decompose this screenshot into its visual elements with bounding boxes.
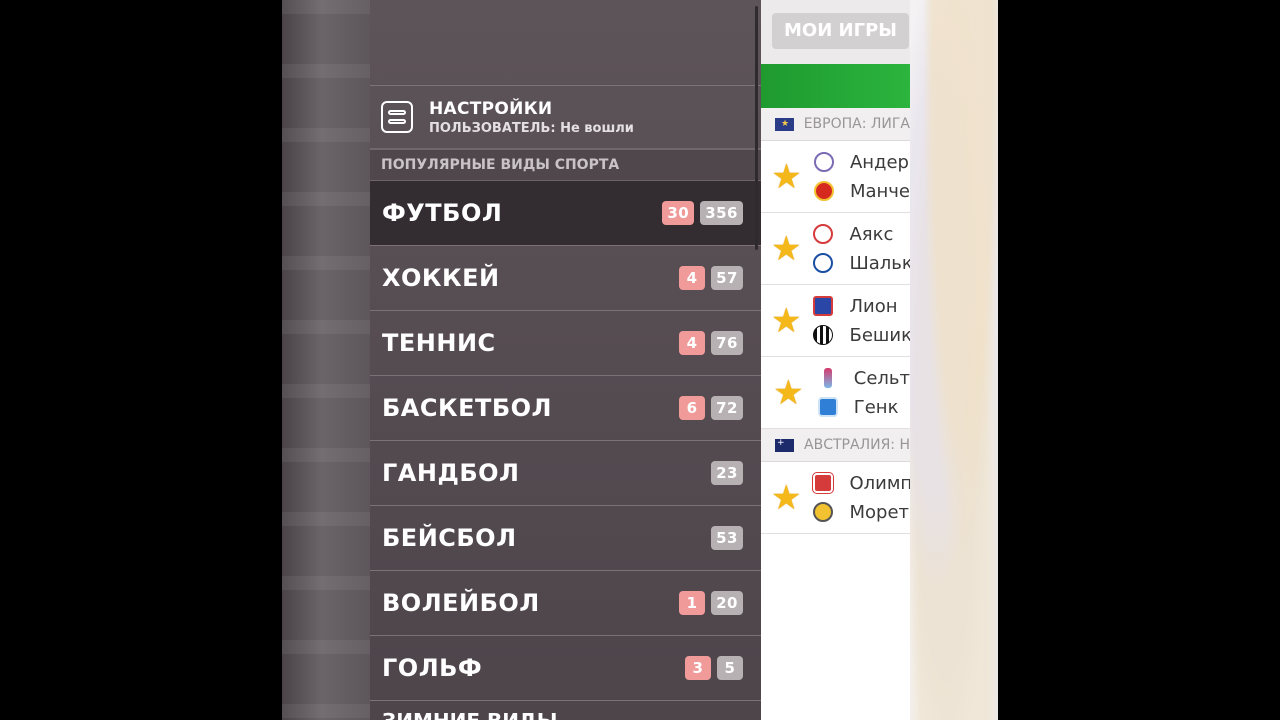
live-count-badge: 4 [679, 266, 706, 290]
eu-flag-icon [775, 117, 794, 131]
settings-title: НАСТРОЙКИ [429, 98, 553, 119]
team-logo-icon [813, 152, 834, 172]
sport-item-volleyball[interactable]: ВОЛЕЙБОЛ 1 20 [370, 571, 761, 636]
menu-header-space [370, 0, 761, 86]
team-logo-icon [817, 397, 838, 417]
sport-label: ВОЛЕЙБОЛ [382, 589, 540, 617]
my-games-button[interactable]: МОИ ИГРЫ [772, 13, 909, 49]
total-count-badge: 20 [711, 591, 743, 615]
league-header[interactable]: ЕВРОПА: ЛИГА [761, 108, 910, 141]
away-team: Шальк [849, 252, 910, 274]
star-icon[interactable]: ★ [771, 229, 801, 269]
menu-scrollbar[interactable] [755, 6, 758, 250]
match-row[interactable]: ★ Лион Бешик [761, 285, 910, 357]
total-count-badge: 53 [711, 526, 743, 550]
live-count-badge: 30 [662, 201, 695, 225]
sport-label: БАСКЕТБОЛ [382, 394, 552, 422]
team-logo-icon [823, 368, 832, 388]
team-logo-icon [813, 502, 834, 522]
sport-item-baseball[interactable]: БЕЙСБОЛ 53 [370, 506, 761, 571]
away-team: Морет [849, 501, 910, 523]
section-popular-sports: ПОПУЛЯРНЫЕ ВИДЫ СПОРТА [370, 150, 761, 181]
team-logo-icon [813, 253, 834, 273]
away-team: Бешик [849, 324, 910, 346]
sport-item-football[interactable]: ФУТБОЛ 30 356 [370, 181, 761, 246]
au-flag-icon [775, 438, 795, 452]
settings-item[interactable]: НАСТРОЙКИ ПОЛЬЗОВАТЕЛЬ: Не вошли [370, 86, 761, 150]
total-count-badge: 5 [717, 656, 743, 680]
home-team: Аякс [849, 223, 894, 245]
user-status: ПОЛЬЗОВАТЕЛЬ: Не вошли [429, 120, 634, 136]
live-count-badge: 4 [679, 331, 706, 355]
away-team: Генк [853, 396, 899, 418]
team-logo-icon [813, 296, 834, 316]
star-icon[interactable]: ★ [771, 373, 806, 413]
total-count-badge: 57 [711, 266, 743, 290]
home-team: Олимп [849, 472, 910, 494]
sport-item-tennis[interactable]: ТЕННИС 4 76 [370, 311, 761, 376]
section-winter-sports: ЗИМНИЕ ВИДЫ [370, 701, 761, 720]
live-count-badge: 1 [679, 591, 706, 615]
sport-label: ХОККЕЙ [382, 264, 500, 292]
star-icon[interactable]: ★ [771, 301, 801, 341]
league-label: АВСТРАЛИЯ: Н [804, 437, 910, 453]
sport-label: ФУТБОЛ [382, 199, 503, 227]
top-bar: МОИ ИГРЫ [761, 0, 910, 64]
sport-label: ГОЛЬФ [382, 654, 483, 682]
sport-label: ТЕННИС [382, 329, 496, 357]
blurred-right-edge [910, 0, 998, 720]
home-team: Лион [849, 295, 898, 317]
sport-item-basketball[interactable]: БАСКЕТБОЛ 6 72 [370, 376, 761, 441]
live-count-badge: 6 [679, 396, 706, 420]
star-icon[interactable]: ★ [771, 157, 802, 197]
match-row[interactable]: ★ Андер Манче [761, 141, 910, 213]
team-logo-icon [813, 224, 834, 244]
team-logo-icon [813, 181, 834, 201]
league-header[interactable]: АВСТРАЛИЯ: Н [761, 429, 910, 462]
home-team: Андер [849, 151, 909, 173]
matches-panel: МОИ ИГРЫ ЕВРОПА: ЛИГА ★ Андер Манче ★ Ая… [761, 0, 910, 720]
total-count-badge: 72 [711, 396, 743, 420]
total-count-badge: 356 [700, 201, 743, 225]
live-count-badge: 3 [685, 656, 711, 680]
sport-item-hockey[interactable]: ХОККЕЙ 4 57 [370, 246, 761, 311]
blurred-left-edge [282, 0, 370, 720]
total-count-badge: 23 [711, 461, 743, 485]
league-label: ЕВРОПА: ЛИГА [803, 116, 910, 132]
team-logo-icon [813, 473, 834, 493]
sport-label: ГАНДБОЛ [382, 459, 520, 487]
settings-toggle-icon [381, 101, 413, 133]
total-count-badge: 76 [711, 331, 743, 355]
star-icon[interactable]: ★ [771, 478, 801, 518]
green-header-bar [761, 64, 910, 108]
away-team: Манче [849, 180, 910, 202]
sport-item-handball[interactable]: ГАНДБОЛ 23 [370, 441, 761, 506]
match-row[interactable]: ★ Сельт Генк [761, 357, 910, 429]
match-row[interactable]: ★ Олимп Морет [761, 462, 910, 534]
match-row[interactable]: ★ Аякс Шальк [761, 213, 910, 285]
sport-label: БЕЙСБОЛ [382, 524, 517, 552]
team-logo-icon [813, 325, 834, 345]
home-team: Сельт [853, 367, 910, 389]
sport-item-golf[interactable]: ГОЛЬФ 3 5 [370, 636, 761, 701]
sports-menu: НАСТРОЙКИ ПОЛЬЗОВАТЕЛЬ: Не вошли ПОПУЛЯР… [370, 0, 761, 720]
